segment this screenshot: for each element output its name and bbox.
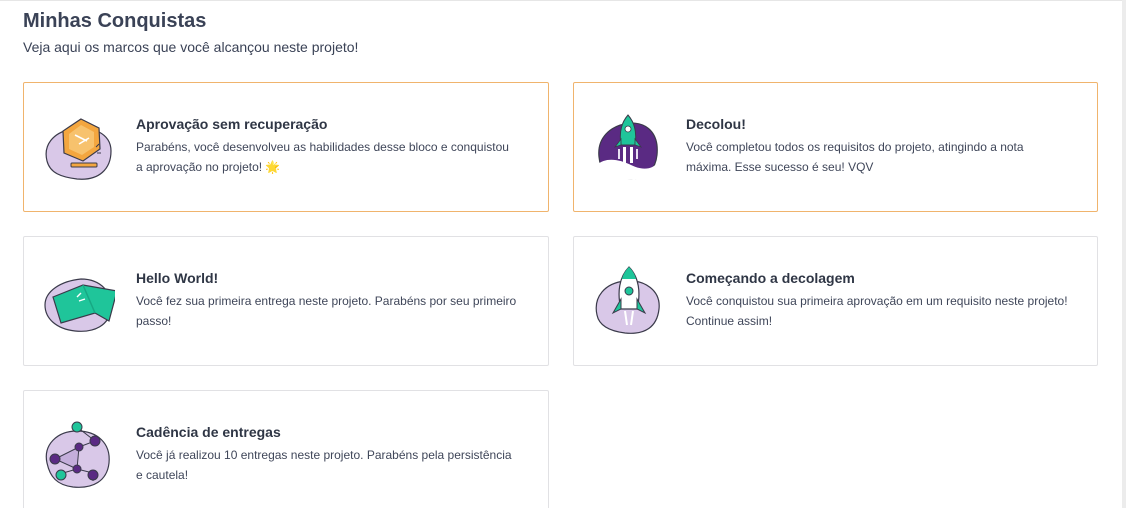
- achievement-title: Aprovação sem recuperação: [136, 116, 328, 132]
- rocket-icon: [591, 265, 665, 337]
- page-subtitle: Veja aqui os marcos que você alcançou ne…: [23, 39, 359, 55]
- flag-icon: [41, 265, 118, 337]
- achievement-description: Você completou todos os requisitos do pr…: [686, 140, 1024, 174]
- top-divider: [0, 0, 1126, 1]
- scrollbar-track[interactable]: [1122, 0, 1126, 508]
- achievement-card-approval: Aprovação sem recuperação Parabéns, você…: [23, 82, 549, 212]
- achievement-description: Parabéns, você desenvolveu as habilidade…: [136, 140, 509, 174]
- achievement-card-decolou: Decolou! Você completou todos os requisi…: [573, 82, 1098, 212]
- achievement-card-comecando: Começando a decolagem Você conquistou su…: [573, 236, 1098, 366]
- achievement-description: Você conquistou sua primeira aprovação e…: [686, 294, 1068, 328]
- rocket-launch-icon: [591, 111, 665, 183]
- gold-medal-icon: [41, 111, 115, 183]
- page-title: Minhas Conquistas: [23, 10, 207, 32]
- achievement-description: Você já realizou 10 entregas neste proje…: [136, 448, 512, 482]
- achievement-card-hello-world: Hello World! Você fez sua primeira entre…: [23, 236, 549, 366]
- achievement-description: Você fez sua primeira entrega neste proj…: [136, 294, 517, 328]
- network-nodes-icon: [41, 419, 115, 491]
- achievement-title: Hello World!: [136, 270, 219, 286]
- achievement-card-cadencia: Cadência de entregas Você já realizou 10…: [23, 390, 549, 508]
- achievement-title: Cadência de entregas: [136, 424, 281, 440]
- achievement-title: Decolou!: [686, 116, 746, 132]
- achievement-title: Começando a decolagem: [686, 270, 855, 286]
